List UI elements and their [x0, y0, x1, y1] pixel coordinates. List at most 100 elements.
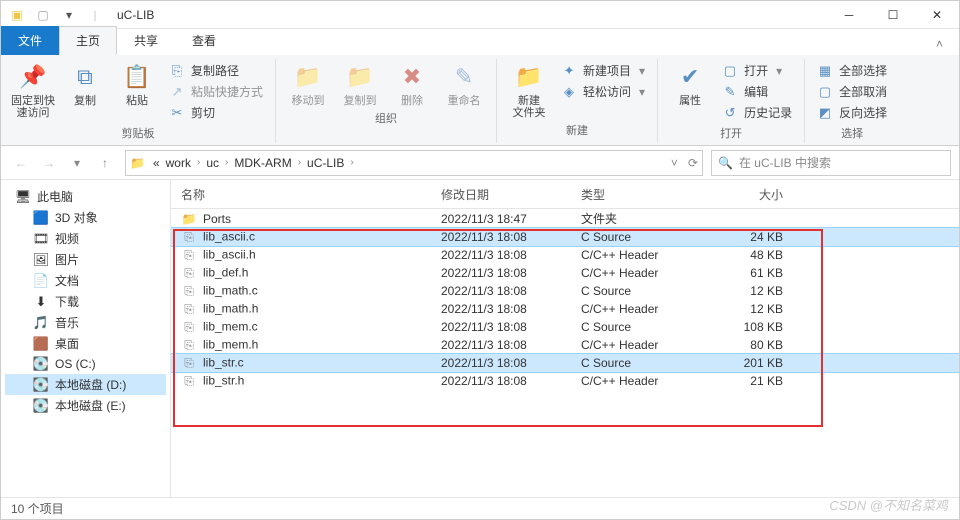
chevron-down-icon[interactable]: ˅ — [671, 156, 678, 170]
ribbon-collapse-icon[interactable]: ˄ — [920, 33, 959, 55]
close-button[interactable]: ✕ — [915, 1, 959, 29]
col-date[interactable]: 修改日期 — [441, 186, 581, 203]
item-count: 10 个项目 — [11, 500, 64, 517]
edit-button[interactable]: ✎编辑 — [718, 82, 796, 101]
tree-node[interactable]: 📄文档 — [5, 270, 166, 291]
tree-node[interactable]: 🎞视频 — [5, 228, 166, 249]
new-folder-button[interactable]: 📁新建 文件夹 — [505, 59, 553, 119]
file-list[interactable]: 📁Ports2022/11/3 18:47文件夹⎘lib_ascii.c2022… — [171, 209, 959, 497]
crumb-seg[interactable]: work — [164, 156, 193, 170]
copy-button[interactable]: ⧉ 复制 — [61, 59, 109, 107]
forward-button[interactable]: → — [37, 151, 61, 175]
tree-node[interactable]: 💽OS (C:) — [5, 354, 166, 374]
file-date: 2022/11/3 18:08 — [441, 302, 581, 316]
chevron-right-icon: › — [348, 157, 355, 168]
tab-view[interactable]: 查看 — [175, 26, 233, 55]
tree-node[interactable]: 💽本地磁盘 (D:) — [5, 374, 166, 395]
group-select: ▦全部选择 ▢全部取消 ◩反向选择 选择 — [805, 59, 899, 143]
tree-label: 图片 — [55, 251, 79, 268]
breadcrumb[interactable]: 📁 « work› uc› MDK-ARM› uC-LIB› ˅ ⟳ — [125, 150, 703, 176]
file-size: 24 KB — [721, 230, 811, 244]
select-none-button[interactable]: ▢全部取消 — [813, 82, 891, 101]
open-icon: ▢ — [722, 63, 738, 79]
chevron-down-icon: ▾ — [639, 64, 645, 78]
tree-icon: 🎞 — [33, 231, 49, 247]
file-name: lib_math.h — [203, 302, 258, 316]
tree-node[interactable]: 💽本地磁盘 (E:) — [5, 395, 166, 416]
file-date: 2022/11/3 18:08 — [441, 230, 581, 244]
scissors-icon: ✂ — [169, 105, 185, 121]
col-size[interactable]: 大小 — [721, 186, 811, 203]
paste-button[interactable]: 📋 粘贴 — [113, 59, 161, 107]
minimize-button[interactable]: ─ — [827, 1, 871, 29]
chevron-down-icon: ▾ — [776, 64, 782, 78]
recent-button[interactable]: ▾ — [65, 151, 89, 175]
tree-node[interactable]: 🖼图片 — [5, 249, 166, 270]
tree-icon: 📄 — [33, 273, 49, 289]
file-row[interactable]: ⎘lib_ascii.h2022/11/3 18:08C/C++ Header4… — [171, 246, 959, 264]
crumb-seg[interactable]: uc — [204, 156, 221, 170]
file-row[interactable]: ⎘lib_math.h2022/11/3 18:08C/C++ Header12… — [171, 300, 959, 318]
crumb-seg[interactable]: MDK-ARM — [232, 156, 293, 170]
tab-home[interactable]: 主页 — [59, 26, 117, 55]
file-row[interactable]: ⎘lib_def.h2022/11/3 18:08C/C++ Header61 … — [171, 264, 959, 282]
file-row[interactable]: ⎘lib_ascii.c2022/11/3 18:08C Source24 KB — [171, 228, 959, 246]
copy-path-button[interactable]: ⎘复制路径 — [165, 61, 267, 80]
rename-button[interactable]: ✎重命名 — [440, 59, 488, 107]
open-button[interactable]: ▢打开▾ — [718, 61, 796, 80]
tree-node[interactable]: 🖥此电脑 — [5, 186, 166, 207]
file-name: lib_str.c — [203, 356, 244, 370]
tree-node[interactable]: 🟦3D 对象 — [5, 207, 166, 228]
tab-share[interactable]: 共享 — [117, 26, 175, 55]
tree-node[interactable]: ⬇下载 — [5, 291, 166, 312]
tree-icon: 🖥 — [15, 189, 31, 205]
file-type: C/C++ Header — [581, 248, 721, 262]
moveto-icon: 📁 — [292, 61, 324, 93]
properties-icon: ✔ — [674, 61, 706, 93]
col-type[interactable]: 类型 — [581, 186, 721, 203]
newfolder-icon: 📁 — [513, 61, 545, 93]
crumb-seg[interactable]: uC-LIB — [305, 156, 346, 170]
maximize-button[interactable]: ☐ — [871, 1, 915, 29]
qat-item-icon[interactable]: ▢ — [33, 5, 53, 25]
file-row[interactable]: ⎘lib_mem.c2022/11/3 18:08C Source108 KB — [171, 318, 959, 336]
refresh-icon[interactable]: ⟳ — [688, 156, 698, 170]
qat-dropdown-icon[interactable]: ▾ — [59, 5, 79, 25]
select-all-button[interactable]: ▦全部选择 — [813, 61, 891, 80]
file-row[interactable]: ⎘lib_str.c2022/11/3 18:08C Source201 KB — [171, 354, 959, 372]
file-size: 80 KB — [721, 338, 811, 352]
up-button[interactable]: ↑ — [93, 151, 117, 175]
tree-node[interactable]: 🎵音乐 — [5, 312, 166, 333]
col-name[interactable]: 名称 — [181, 186, 441, 203]
new-item-button[interactable]: ✦新建项目▾ — [557, 61, 649, 80]
status-bar: 10 个项目 — [1, 497, 959, 519]
invert-selection-button[interactable]: ◩反向选择 — [813, 103, 891, 122]
search-box[interactable]: 🔍 在 uC-LIB 中搜索 — [711, 150, 951, 176]
column-headers: 名称 修改日期 类型 大小 — [171, 180, 959, 209]
file-row[interactable]: ⎘lib_str.h2022/11/3 18:08C/C++ Header21 … — [171, 372, 959, 390]
paste-shortcut-button[interactable]: ↗粘贴快捷方式 — [165, 82, 267, 101]
properties-button[interactable]: ✔属性 — [666, 59, 714, 107]
selectall-icon: ▦ — [817, 63, 833, 79]
tree-node[interactable]: 🟫桌面 — [5, 333, 166, 354]
cut-button[interactable]: ✂剪切 — [165, 103, 267, 122]
file-row[interactable]: ⎘lib_mem.h2022/11/3 18:08C/C++ Header80 … — [171, 336, 959, 354]
easy-icon: ◈ — [561, 84, 577, 100]
delete-button[interactable]: ✖删除 — [388, 59, 436, 107]
crumb-prefix: « — [151, 156, 162, 170]
tab-file[interactable]: 文件 — [1, 26, 59, 55]
easy-access-button[interactable]: ◈轻松访问▾ — [557, 82, 649, 101]
nav-pane[interactable]: 🖥此电脑🟦3D 对象🎞视频🖼图片📄文档⬇下载🎵音乐🟫桌面💽OS (C:)💽本地磁… — [1, 180, 171, 497]
move-to-button[interactable]: 📁移动到 — [284, 59, 332, 107]
back-button[interactable]: ← — [9, 151, 33, 175]
file-icon: ⎘ — [181, 373, 197, 389]
edit-icon: ✎ — [722, 84, 738, 100]
copy-to-button[interactable]: 📁复制到 — [336, 59, 384, 107]
title-bar: ▣ ▢ ▾ | uC-LIB ─ ☐ ✕ — [1, 1, 959, 29]
file-date: 2022/11/3 18:08 — [441, 356, 581, 370]
body: 🖥此电脑🟦3D 对象🎞视频🖼图片📄文档⬇下载🎵音乐🟫桌面💽OS (C:)💽本地磁… — [1, 180, 959, 497]
history-button[interactable]: ↺历史记录 — [718, 103, 796, 122]
file-row[interactable]: 📁Ports2022/11/3 18:47文件夹 — [171, 209, 959, 228]
pin-button[interactable]: 📌 固定到快 速访问 — [9, 59, 57, 119]
file-row[interactable]: ⎘lib_math.c2022/11/3 18:08C Source12 KB — [171, 282, 959, 300]
